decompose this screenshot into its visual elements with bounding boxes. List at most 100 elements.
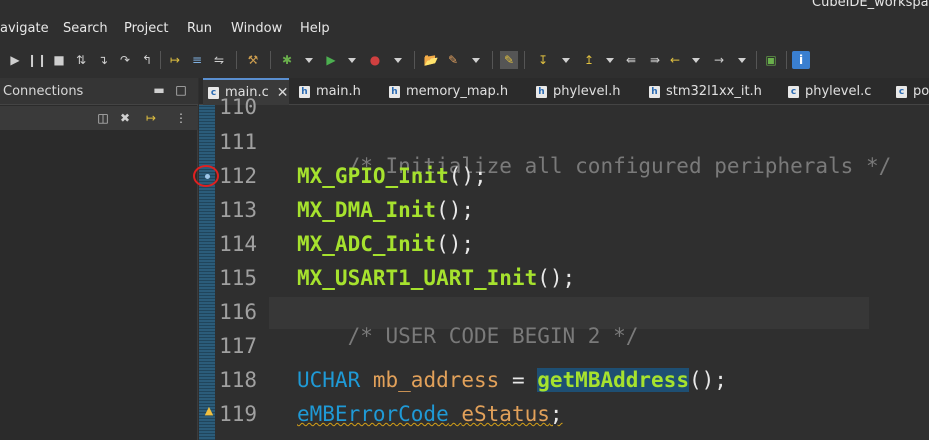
line-number: 116 xyxy=(219,300,257,324)
punctuation: (); xyxy=(436,198,475,222)
info-icon[interactable]: i xyxy=(792,51,810,69)
step-return-icon[interactable]: ↰ xyxy=(138,51,156,69)
menu-project[interactable]: Project xyxy=(124,21,168,36)
tab-stm32l1xx-it-h[interactable]: h stm32l1xx_it.h xyxy=(649,78,762,105)
connect-icon[interactable]: ↦ xyxy=(142,109,160,127)
build-icon[interactable]: ⚒ xyxy=(244,51,262,69)
back-icon[interactable]: ← xyxy=(666,51,684,69)
view-menu-icon[interactable]: ⋮ xyxy=(172,109,190,127)
c-file-icon: c xyxy=(896,85,907,98)
line-number: 112 xyxy=(219,164,257,188)
next-annotation-dropdown-icon[interactable] xyxy=(562,58,570,63)
disconnect-icon[interactable]: ⇅ xyxy=(72,51,90,69)
code-line-114: MX_ADC_Init(); xyxy=(297,232,474,256)
h-file-icon: h xyxy=(536,85,547,98)
run-dropdown-icon[interactable] xyxy=(348,58,356,63)
tab-label: main.h xyxy=(316,84,361,99)
variable-name: mb_address xyxy=(372,368,500,392)
connections-panel-toolbar: ◫ ✖ ↦ ⋮ xyxy=(0,106,198,130)
suspend-icon[interactable]: ❙❙ xyxy=(27,51,47,69)
line-number: 113 xyxy=(219,198,257,222)
search-dropdown-icon[interactable] xyxy=(472,58,480,63)
menu-window[interactable]: Window xyxy=(231,21,282,36)
menu-search[interactable]: Search xyxy=(63,21,108,36)
menu-run[interactable]: Run xyxy=(187,21,212,36)
instruction-stepping-icon[interactable]: ↦ xyxy=(166,51,184,69)
connections-panel-title: Connections xyxy=(3,84,84,99)
external-tools-icon[interactable]: ● xyxy=(366,51,384,69)
punctuation: (); xyxy=(537,266,576,290)
resume-icon[interactable]: ▶​ xyxy=(6,51,24,69)
line-number: 111 xyxy=(219,130,257,154)
tab-label: phylevel.h xyxy=(553,84,621,99)
c-file-icon: c xyxy=(788,85,799,98)
tab-main-h[interactable]: h main.h xyxy=(299,78,361,105)
window-title: CubeIDE_workspac xyxy=(812,0,929,10)
debug-icon[interactable]: ✱ xyxy=(278,51,296,69)
toolbar-separator xyxy=(786,51,787,69)
title-bar: CubeIDE_workspac xyxy=(0,0,929,13)
code-line-112: MX_GPIO_Init(); xyxy=(297,164,487,188)
external-tools-dropdown-icon[interactable] xyxy=(394,58,402,63)
tab-po[interactable]: c po xyxy=(896,78,929,105)
connections-panel: Connections ▬ □ ◫ ✖ ↦ ⋮ xyxy=(0,78,198,440)
breakpoint-icon[interactable] xyxy=(205,174,210,179)
step-over-icon[interactable]: ↷ xyxy=(116,51,134,69)
code-editor[interactable]: ▲ 110 111 112 113 114 115 116 117 118 11… xyxy=(193,95,929,440)
line-number: 117 xyxy=(219,334,257,358)
type-name: UCHAR xyxy=(297,368,361,392)
comment: /* USER CODE BEGIN 2 */ xyxy=(347,324,639,348)
function-call: MX_GPIO_Init xyxy=(297,164,449,188)
tab-label: phylevel.c xyxy=(805,84,872,99)
selected-function-call: getMBAddress xyxy=(537,368,689,392)
function-call: MX_USART1_UART_Init xyxy=(297,266,538,290)
previous-annotation-icon[interactable]: ↥ xyxy=(580,51,598,69)
overview-ruler[interactable] xyxy=(199,105,215,440)
menu-help[interactable]: Help xyxy=(300,21,330,36)
tab-phylevel-h[interactable]: h phylevel.h xyxy=(536,78,620,105)
step-into-icon[interactable]: ↴ xyxy=(94,51,112,69)
line-number: 114 xyxy=(219,232,257,256)
forward-dropdown-icon[interactable] xyxy=(738,58,746,63)
line-number: 115 xyxy=(219,266,257,290)
code-line-115: MX_USART1_UART_Init(); xyxy=(297,266,575,290)
punctuation: (); xyxy=(436,232,475,256)
search-icon[interactable]: ✎ xyxy=(444,51,462,69)
last-edit-location-icon[interactable]: ⇚ xyxy=(622,51,640,69)
previous-annotation-dropdown-icon[interactable] xyxy=(606,58,614,63)
remove-connection-icon[interactable]: ✖ xyxy=(116,109,134,127)
function-call: MX_DMA_Init xyxy=(297,198,437,222)
operator: = xyxy=(499,368,538,392)
type-name: eMBErrorCode xyxy=(297,402,449,426)
next-annotation-icon[interactable]: ↧ xyxy=(534,51,552,69)
toolbar-separator xyxy=(524,51,525,69)
code-line-113: MX_DMA_Init(); xyxy=(297,198,474,222)
toggle-mark-occurrences-icon[interactable]: ✎ xyxy=(500,51,518,69)
tab-memory-map-h[interactable]: h memory_map.h xyxy=(389,78,508,105)
code-line-119: eMBErrorCode eStatus; xyxy=(297,402,563,426)
run-icon[interactable]: ▶ xyxy=(322,51,340,69)
toolbar-separator xyxy=(270,51,271,69)
tab-label: po xyxy=(913,84,929,99)
line-number: 110 xyxy=(219,95,257,119)
tab-phylevel-c[interactable]: c phylevel.c xyxy=(788,78,871,105)
forward-icon[interactable]: → xyxy=(710,51,728,69)
connections-panel-header: Connections ▬ □ xyxy=(0,78,198,105)
menu-navigate[interactable]: avigate xyxy=(0,21,49,36)
use-step-filters-icon[interactable]: ≡ xyxy=(188,51,206,69)
code-line-116: /* USER CODE BEGIN 2 */ xyxy=(297,300,639,372)
open-perspective-icon[interactable]: ▣ xyxy=(762,51,780,69)
close-icon[interactable]: ✕ xyxy=(277,85,289,101)
minimize-icon[interactable]: ▬ xyxy=(152,83,166,97)
new-connection-icon[interactable]: ◫ xyxy=(94,109,112,127)
debug-dropdown-icon[interactable] xyxy=(305,58,313,63)
open-type-icon[interactable]: 📂 xyxy=(422,51,440,69)
maximize-icon[interactable]: □ xyxy=(174,83,188,97)
warning-icon[interactable]: ▲ xyxy=(203,405,215,417)
back-history-icon[interactable]: ⇛ xyxy=(646,51,664,69)
drop-to-frame-icon[interactable]: ⇋ xyxy=(210,51,228,69)
code-line-118: UCHAR mb_address = getMBAddress(); xyxy=(297,368,727,392)
terminate-icon[interactable]: ■ xyxy=(50,51,68,69)
toolbar-separator xyxy=(492,51,493,69)
back-dropdown-icon[interactable] xyxy=(692,58,700,63)
